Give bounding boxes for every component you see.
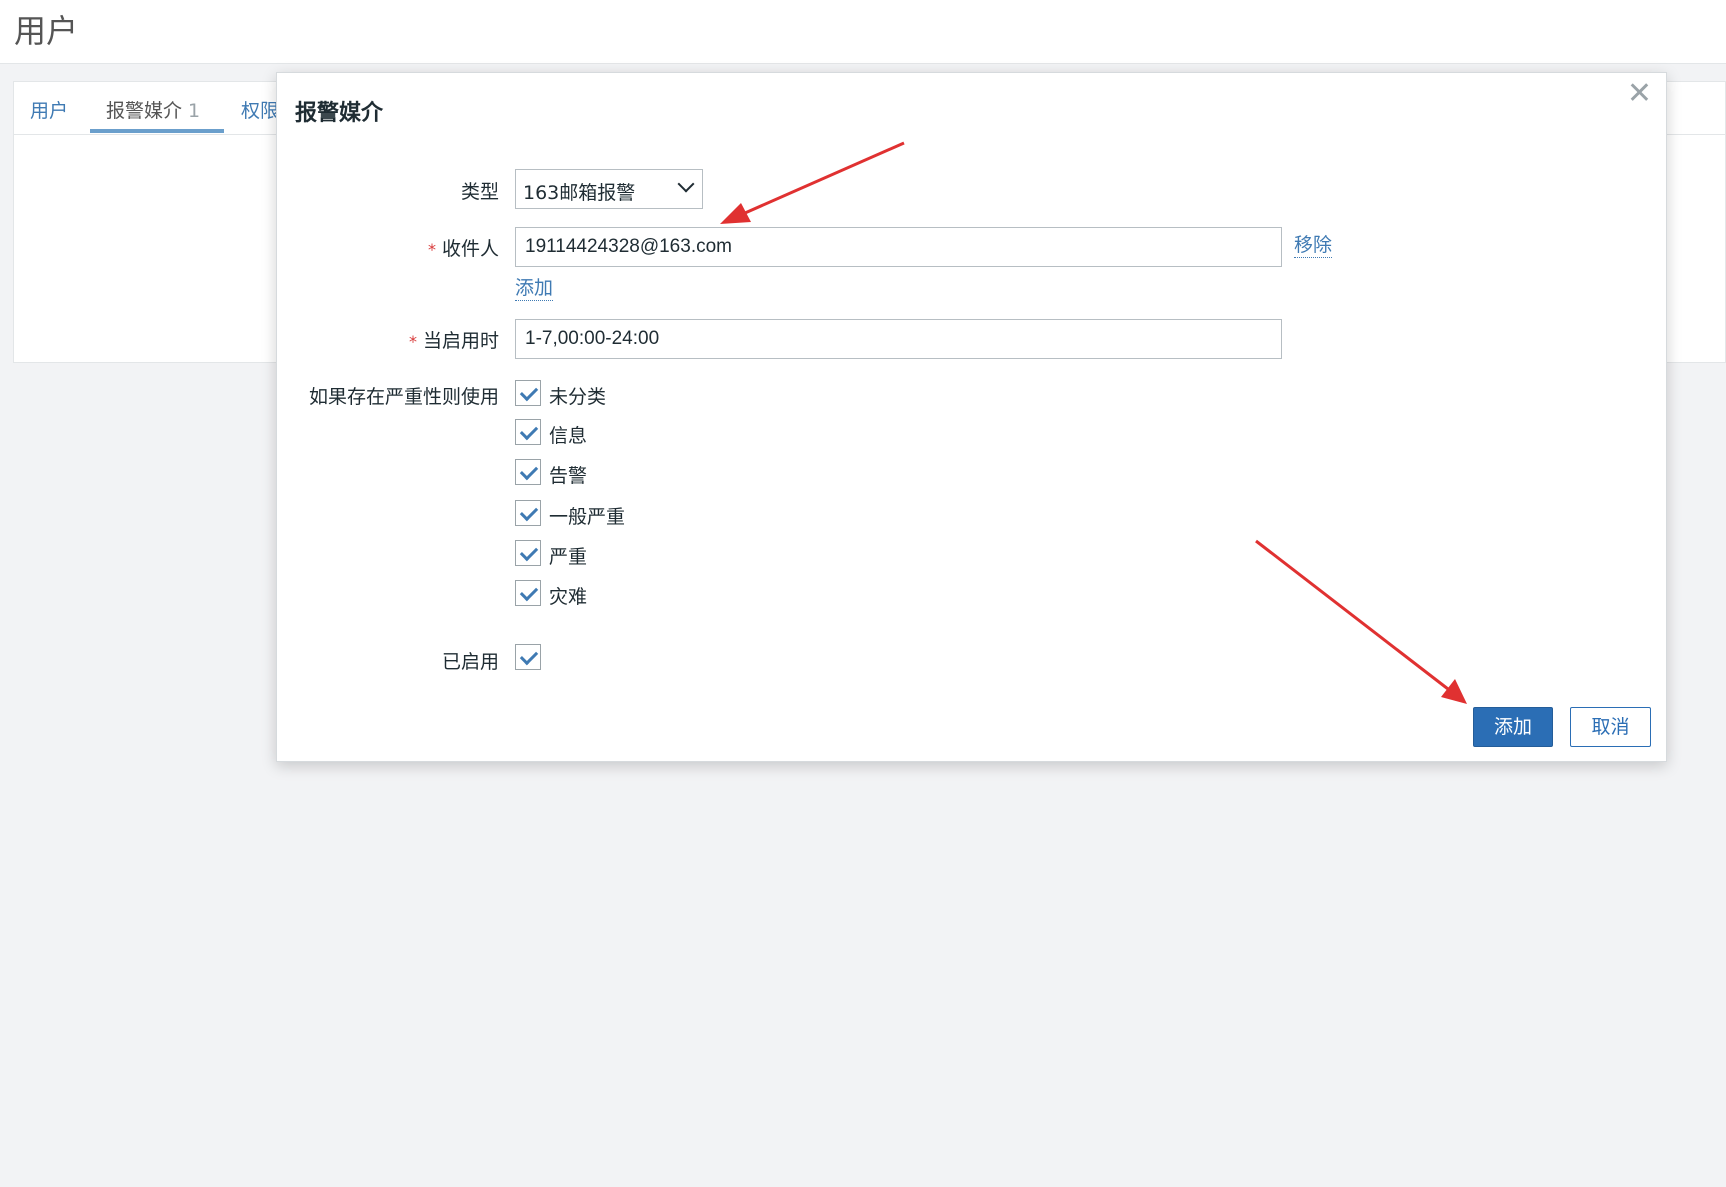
close-icon[interactable]: ✕ [1627, 79, 1652, 109]
type-select[interactable]: 163邮箱报警 [515, 169, 703, 209]
severity-option-label: 告警 [549, 465, 588, 487]
severity-label: 如果存在严重性则使用 [308, 386, 499, 408]
add-recipient-link[interactable]: 添加 [515, 276, 554, 301]
media-dialog: 报警媒介 ✕ 类型 163邮箱报警 * 收件人 移除 添加 * 当启用时 如果存在严… [276, 72, 1667, 762]
dialog-title: 报警媒介 [295, 101, 384, 126]
chevron-down-icon [677, 175, 695, 193]
tab-permissions[interactable]: 权限 [241, 96, 279, 123]
severity-option-label: 一般严重 [549, 506, 626, 528]
severity-checkbox[interactable] [515, 419, 541, 445]
tab-media-count: 1 [188, 100, 201, 122]
remove-recipient-link[interactable]: 移除 [1294, 233, 1333, 258]
severity-option-label: 未分类 [549, 386, 607, 408]
tab-user-label: 用户 [30, 100, 69, 122]
severity-checkbox[interactable] [515, 380, 541, 406]
recipient-input[interactable] [515, 227, 1282, 267]
when-active-input[interactable] [515, 319, 1282, 359]
severity-checkbox[interactable] [515, 540, 541, 566]
tab-media[interactable]: 报警媒介 1 [106, 96, 200, 123]
tab-permissions-label: 权限 [241, 100, 280, 122]
page-header: 用户 [0, 0, 1726, 64]
add-button[interactable]: 添加 [1473, 707, 1553, 747]
severity-checkbox[interactable] [515, 500, 541, 526]
enabled-label: 已启用 [441, 651, 499, 673]
required-marker: * [427, 240, 436, 259]
recipient-label: * 收件人 [428, 234, 499, 261]
severity-checkbox[interactable] [515, 580, 541, 606]
cancel-button[interactable]: 取消 [1570, 707, 1651, 747]
tab-user[interactable]: 用户 [30, 96, 68, 123]
severity-option-label: 严重 [549, 546, 588, 568]
when-active-label-text: 当启用时 [422, 330, 499, 352]
severity-checkbox[interactable] [515, 459, 541, 485]
recipient-label-text: 收件人 [441, 238, 499, 260]
type-label: 类型 [460, 181, 499, 203]
severity-option-label: 灾难 [549, 586, 588, 608]
tab-media-label: 报警媒介 [106, 100, 183, 122]
when-active-label: * 当启用时 [409, 326, 499, 353]
page-title: 用户 [14, 12, 79, 50]
severity-option-label: 信息 [549, 425, 588, 447]
enabled-checkbox[interactable] [515, 644, 541, 670]
active-tab-indicator [90, 129, 224, 133]
required-marker: * [408, 332, 417, 351]
type-select-value: 163邮箱报警 [523, 182, 636, 204]
